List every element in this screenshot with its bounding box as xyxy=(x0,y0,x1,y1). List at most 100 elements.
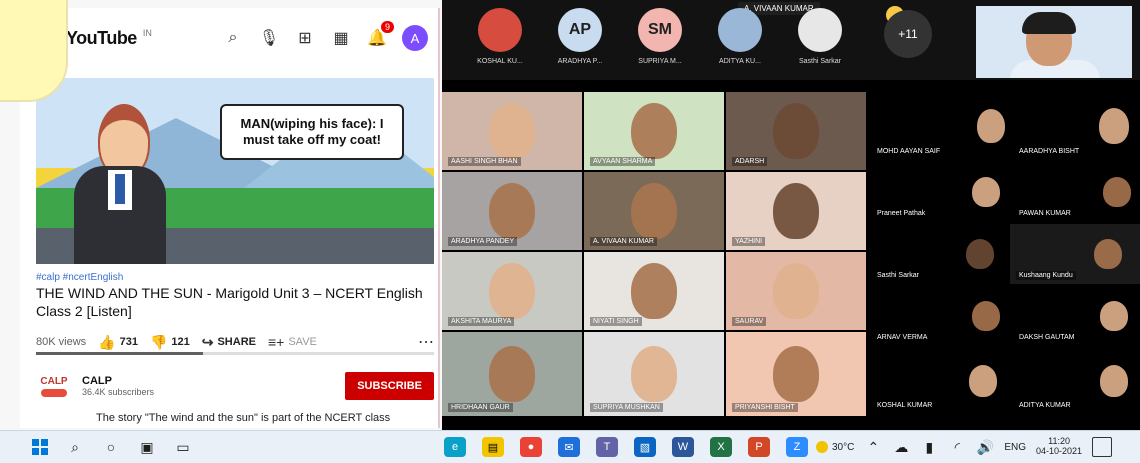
participant-face xyxy=(968,365,997,397)
participant-tile[interactable]: PRIYANSHI BISHT xyxy=(726,332,866,416)
powerpoint-icon[interactable]: P xyxy=(748,437,770,457)
participant-tile[interactable]: ARNAV VERMA xyxy=(868,286,1008,346)
participant-tile[interactable]: DAKSH GAUTAM xyxy=(1010,286,1140,346)
participant-face xyxy=(1100,301,1128,331)
participant-face xyxy=(773,346,819,402)
edge-icon[interactable]: e xyxy=(444,437,466,457)
task-view-icon[interactable]: ▣ xyxy=(138,438,156,456)
mail-icon[interactable]: ✉ xyxy=(558,437,580,457)
account-avatar[interactable]: A xyxy=(402,25,428,51)
like-button[interactable]: 👍 731 xyxy=(98,334,138,351)
top-participant[interactable]: Sasthi Sarkar xyxy=(778,8,862,74)
windows-start-icon[interactable] xyxy=(32,439,48,455)
participant-tile[interactable]: ARADHYA PANDEY xyxy=(442,172,582,250)
windows-taskbar: ⌕ ○ ▣ ▭ e ▤ ● ✉ T ▧ W X P Z 30°C ⌃ ☁ ▮ ◜… xyxy=(0,430,1140,463)
wifi-icon[interactable]: ◜ xyxy=(948,438,966,456)
language-indicator[interactable]: ENG xyxy=(1004,442,1026,453)
participant-tile[interactable]: Sasthi Sarkar xyxy=(868,224,1008,284)
chevron-up-icon[interactable]: ⌃ xyxy=(864,438,882,456)
participant-tile-name: ADARSH xyxy=(732,157,768,166)
participant-tile[interactable]: PAWAN KUMAR xyxy=(1010,162,1140,222)
sun-icon xyxy=(816,441,828,453)
participant-tile[interactable]: AARADHYA BISHT xyxy=(1010,92,1140,160)
more-participants-button[interactable]: +11 xyxy=(884,10,932,58)
excel-icon[interactable]: X xyxy=(710,437,732,457)
mic-icon[interactable]: 🎙 xyxy=(258,27,280,49)
channel-logo-swoosh xyxy=(41,388,67,397)
participant-tile[interactable]: KOSHAL KUMAR xyxy=(868,348,1008,414)
participant-face xyxy=(971,301,1000,331)
channel-logo[interactable]: CALP xyxy=(36,368,72,404)
chrome-icon[interactable]: ● xyxy=(520,437,542,457)
weather-widget[interactable]: 30°C xyxy=(816,441,854,453)
subscribe-button[interactable]: SUBSCRIBE xyxy=(345,372,434,400)
youtube-brand-sup: IN xyxy=(142,28,152,38)
battery-icon[interactable]: ▮ xyxy=(920,438,938,456)
participant-tile[interactable]: ADARSH xyxy=(726,92,866,170)
temperature: 30°C xyxy=(832,441,855,453)
video-description: The story "The wind and the sun" is part… xyxy=(96,412,391,424)
participant-face xyxy=(489,183,535,239)
pinned-app-icon[interactable]: ▭ xyxy=(174,438,192,456)
clock[interactable]: 11:20 04-10-2021 xyxy=(1036,436,1082,457)
photos-icon[interactable]: ▧ xyxy=(634,437,656,457)
share-button[interactable]: ↪ SHARE xyxy=(202,334,256,351)
create-video-icon[interactable]: ⊞ xyxy=(294,27,316,49)
participant-face xyxy=(966,239,994,269)
top-participant[interactable]: ADITYA KU... xyxy=(698,8,782,74)
participant-tile-name: AKSHITA MAURYA xyxy=(448,317,515,326)
participant-tile[interactable]: A. VIVAAN KUMAR xyxy=(584,172,724,250)
meeting-window: A. VIVAAN KUMAR KOSHAL KU... AP ARADHYA … xyxy=(442,0,1140,430)
channel-name[interactable]: CALP xyxy=(82,375,154,387)
video-character-man xyxy=(60,104,180,264)
participant-tile-name: ARADHYA PANDEY xyxy=(448,237,518,246)
notification-center-icon[interactable] xyxy=(1092,437,1113,457)
dislike-button[interactable]: 👎 121 xyxy=(150,334,190,351)
zoom-icon[interactable]: Z xyxy=(786,437,808,457)
participant-tile-name: Kushaang Kundu xyxy=(1016,271,1076,280)
participant-face xyxy=(631,183,677,239)
participant-tile[interactable]: AASHI SINGH BHAN xyxy=(442,92,582,170)
participant-avatar xyxy=(718,8,762,52)
top-participant[interactable]: KOSHAL KU... xyxy=(458,8,542,74)
participant-face xyxy=(489,346,535,402)
volume-icon[interactable]: 🔊 xyxy=(976,438,994,456)
participant-tile[interactable]: MOHD AAYAN SAIF xyxy=(868,92,1008,160)
top-participant[interactable]: AP ARADHYA P... xyxy=(538,8,622,74)
participant-face xyxy=(489,103,535,159)
cloud-icon[interactable]: ☁ xyxy=(892,438,910,456)
participant-tile[interactable]: NIYATI SINGH xyxy=(584,252,724,330)
participant-tile-name: NIYATI SINGH xyxy=(590,317,642,326)
video-player[interactable]: MAN(wiping his face): I must take off my… xyxy=(36,78,434,264)
notifications-bell[interactable]: 🔔 9 xyxy=(366,21,394,49)
participant-tile[interactable]: AKSHITA MAURYA xyxy=(442,252,582,330)
participant-tile-name: ADITYA KUMAR xyxy=(1016,401,1074,410)
cortana-icon[interactable]: ○ xyxy=(102,438,120,456)
search-icon[interactable]: ⌕ xyxy=(222,27,244,49)
youtube-header-actions: ⌕ 🎙 ⊞ ▦ 🔔 9 A xyxy=(222,21,428,51)
participant-tile[interactable]: SUPRIYA MUSHKAN xyxy=(584,332,724,416)
word-icon[interactable]: W xyxy=(672,437,694,457)
more-options-icon[interactable]: ⋯ xyxy=(418,332,434,352)
participant-tile[interactable]: HRIDHAAN GAUR xyxy=(442,332,582,416)
meeting-top-strip: A. VIVAAN KUMAR KOSHAL KU... AP ARADHYA … xyxy=(442,0,1140,80)
participant-tile[interactable]: SAURAV xyxy=(726,252,866,330)
apps-grid-icon[interactable]: ▦ xyxy=(330,27,352,49)
save-label: SAVE xyxy=(288,336,317,348)
video-hashtags[interactable]: #calp #ncertEnglish xyxy=(36,272,123,283)
participant-tile[interactable]: ADITYA KUMAR xyxy=(1010,348,1140,414)
participant-name: SUPRIYA M... xyxy=(638,58,682,65)
participant-tile[interactable]: AVYAAN SHARMA xyxy=(584,92,724,170)
participant-tile[interactable]: Kushaang Kundu xyxy=(1010,224,1140,284)
top-participant[interactable]: SM SUPRIYA M... xyxy=(618,8,702,74)
save-button[interactable]: ≡+ SAVE xyxy=(268,334,317,350)
file-explorer-icon[interactable]: ▤ xyxy=(482,437,504,457)
teacher-video-tile[interactable] xyxy=(976,6,1132,78)
participant-tile-name: A. VIVAAN KUMAR xyxy=(590,237,657,246)
search-icon[interactable]: ⌕ xyxy=(66,438,84,456)
notifications-badge: 9 xyxy=(380,21,394,33)
participant-tile[interactable]: YAZHINI xyxy=(726,172,866,250)
teams-icon[interactable]: T xyxy=(596,437,618,457)
participant-tile[interactable]: Praneet Pathak xyxy=(868,162,1008,222)
participant-avatar xyxy=(798,8,842,52)
